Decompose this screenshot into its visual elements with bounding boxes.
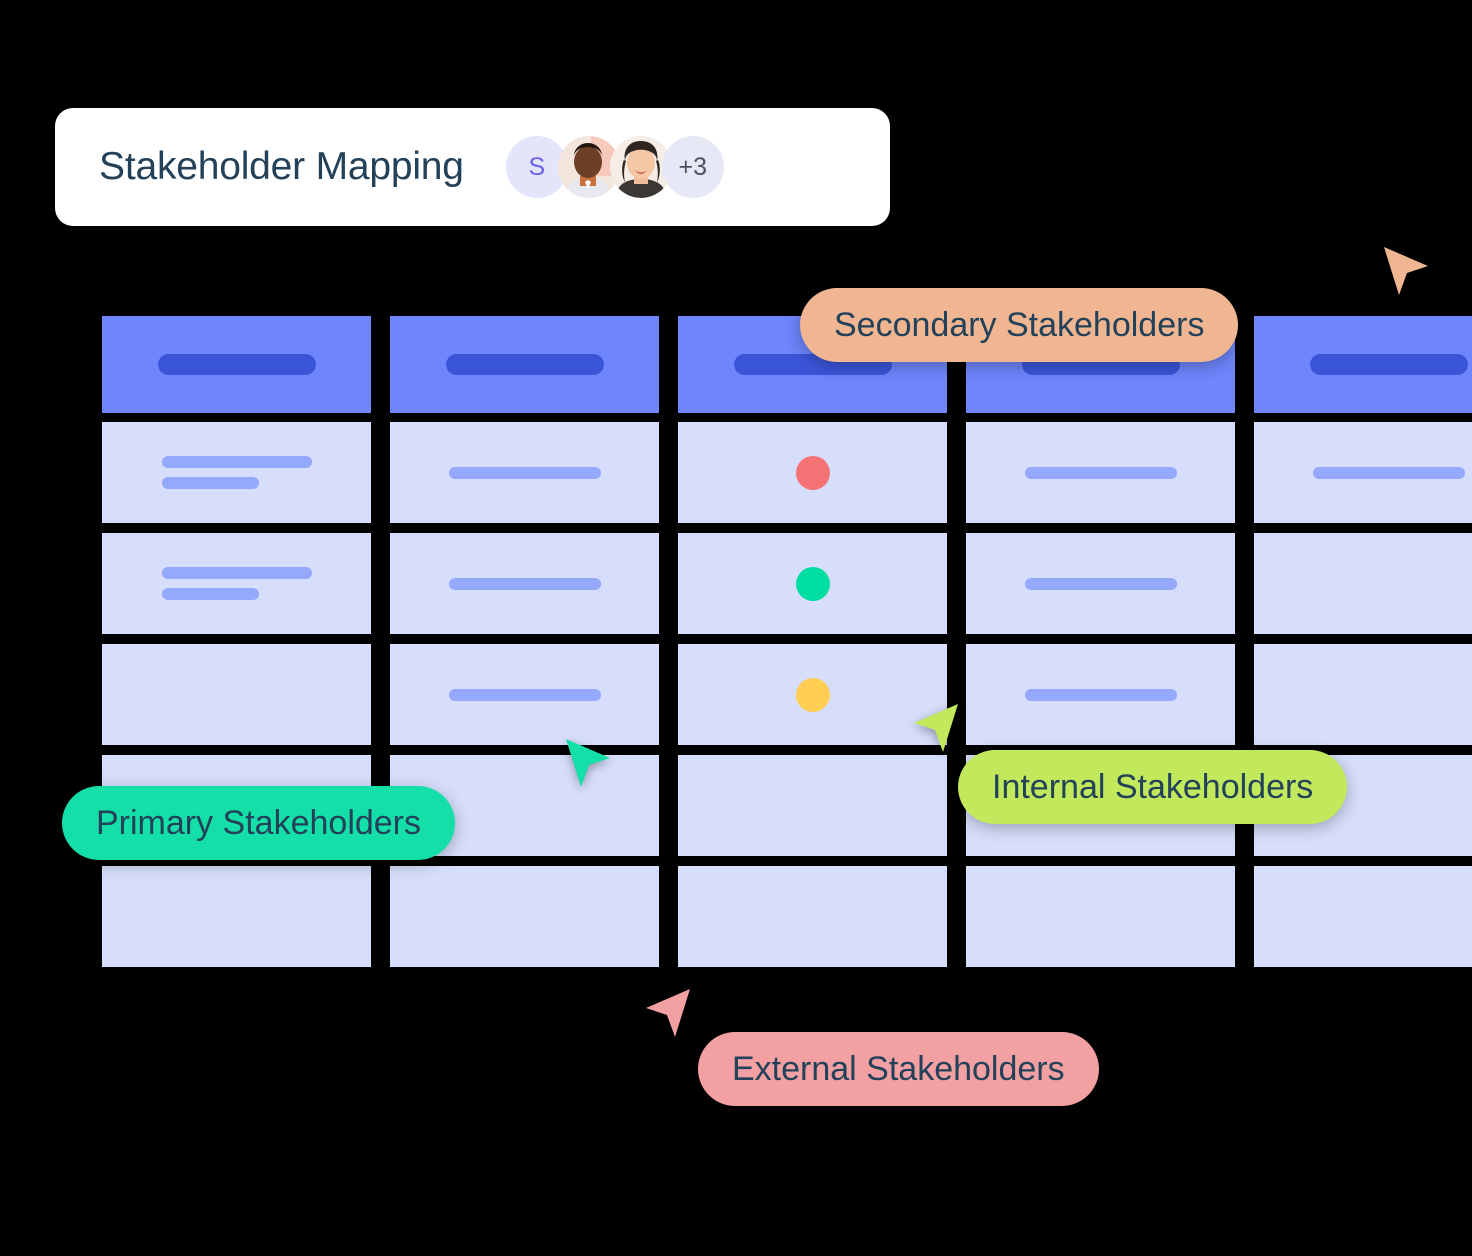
skeleton-line xyxy=(1024,577,1177,590)
skeleton-line xyxy=(161,477,259,489)
grid-cell-r2c4[interactable] xyxy=(966,533,1235,634)
status-dot-yellow xyxy=(795,677,830,712)
cursor-label-external[interactable]: External Stakeholders xyxy=(698,1032,1099,1106)
skeleton-line xyxy=(448,688,601,701)
board-title-card: Stakeholder Mapping S +3 xyxy=(55,108,890,226)
avatar-initial-label: S xyxy=(528,152,546,181)
grid-cell-r3c4[interactable] xyxy=(966,644,1235,745)
skeleton-line xyxy=(1024,688,1177,701)
status-dot-green xyxy=(795,566,830,601)
header-pill xyxy=(445,354,604,375)
cursor-pointer-icon-internal xyxy=(908,700,964,762)
cursor-label-internal[interactable]: Internal Stakeholders xyxy=(958,750,1348,824)
grid-cell-r1c3[interactable] xyxy=(678,422,947,523)
skeleton-line xyxy=(1024,466,1177,479)
table-row xyxy=(102,533,1472,634)
table-row xyxy=(102,866,1472,967)
page-title: Stakeholder Mapping xyxy=(99,145,464,188)
avatar-overflow[interactable]: +3 xyxy=(661,136,724,198)
header-pill xyxy=(157,354,316,375)
collaborator-avatar-group[interactable]: S +3 xyxy=(505,136,724,198)
grid-header-row xyxy=(102,316,1472,413)
cursor-label-text: Primary Stakeholders xyxy=(96,803,422,842)
grid-cell-r4c3[interactable] xyxy=(678,755,947,856)
grid-header-cell-5[interactable] xyxy=(1254,316,1472,413)
grid-cell-r2c5[interactable] xyxy=(1254,533,1472,634)
grid-cell-r1c1[interactable] xyxy=(102,422,371,523)
cursor-pointer-icon-external xyxy=(640,985,696,1047)
grid-cell-r3c1[interactable] xyxy=(102,644,371,745)
skeleton-line xyxy=(161,588,259,600)
grid-cell-r5c4[interactable] xyxy=(966,866,1235,967)
cursor-label-secondary[interactable]: Secondary Stakeholders xyxy=(800,288,1239,362)
grid-cell-r5c5[interactable] xyxy=(1254,866,1472,967)
grid-cell-r3c3[interactable] xyxy=(678,644,947,745)
table-row xyxy=(102,644,1472,745)
grid-cell-r5c3[interactable] xyxy=(678,866,947,967)
skeleton-text-block xyxy=(161,567,312,600)
grid-cell-r2c2[interactable] xyxy=(390,533,659,634)
skeleton-text-block xyxy=(161,456,312,489)
cursor-label-text: Secondary Stakeholders xyxy=(834,305,1205,344)
grid-cell-r2c3[interactable] xyxy=(678,533,947,634)
grid-header-cell-2[interactable] xyxy=(390,316,659,413)
grid-cell-r3c2[interactable] xyxy=(390,644,659,745)
skeleton-line xyxy=(448,577,601,590)
cursor-label-primary[interactable]: Primary Stakeholders xyxy=(62,786,456,860)
skeleton-line xyxy=(1312,466,1465,479)
grid-cell-r2c1[interactable] xyxy=(102,533,371,634)
cursor-label-text: Internal Stakeholders xyxy=(992,767,1314,806)
grid-header-cell-1[interactable] xyxy=(102,316,371,413)
grid-cell-r1c4[interactable] xyxy=(966,422,1235,523)
grid-cell-r3c5[interactable] xyxy=(1254,644,1472,745)
cursor-pointer-icon-secondary xyxy=(1378,243,1434,305)
grid-cell-r5c1[interactable] xyxy=(102,866,371,967)
status-dot-red xyxy=(795,455,830,490)
cursor-pointer-icon-primary xyxy=(560,735,616,797)
grid-cell-r5c2[interactable] xyxy=(390,866,659,967)
table-row xyxy=(102,422,1472,523)
header-pill xyxy=(1309,354,1468,375)
grid-cell-r1c2[interactable] xyxy=(390,422,659,523)
skeleton-line xyxy=(161,567,312,579)
skeleton-line xyxy=(448,466,601,479)
skeleton-line xyxy=(161,456,312,468)
grid-cell-r1c5[interactable] xyxy=(1254,422,1472,523)
avatar-overflow-label: +3 xyxy=(678,152,708,181)
cursor-label-text: External Stakeholders xyxy=(732,1049,1065,1088)
